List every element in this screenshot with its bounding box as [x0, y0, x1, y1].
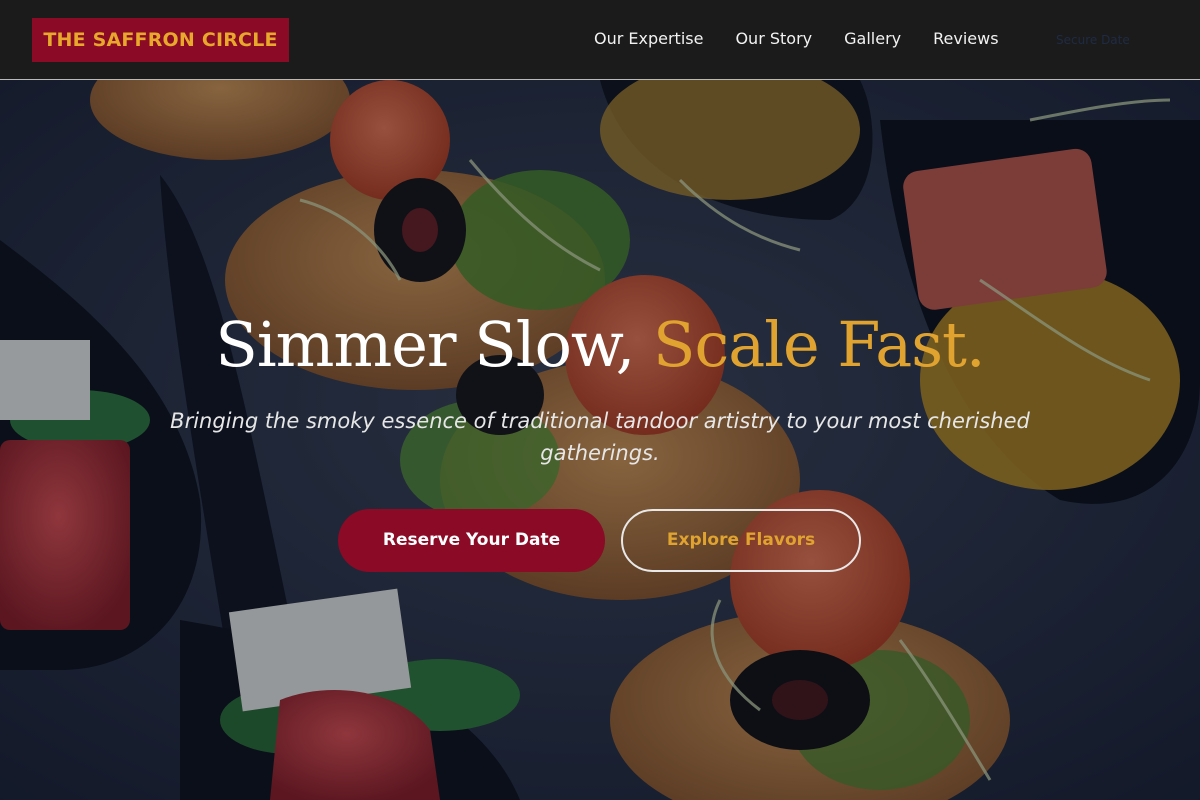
brand-logo[interactable]: THE SAFFRON CIRCLE: [32, 18, 289, 62]
hero-section: Simmer Slow, Scale Fast. Bringing the sm…: [0, 80, 1200, 800]
reserve-date-button[interactable]: Reserve Your Date: [338, 509, 605, 572]
nav-link-gallery[interactable]: Gallery: [844, 28, 901, 50]
main-nav: Our Expertise Our Story Gallery Reviews: [594, 28, 1031, 50]
nav-link-expertise[interactable]: Our Expertise: [594, 28, 703, 50]
nav-link-reviews[interactable]: Reviews: [933, 28, 998, 50]
nav-link-story[interactable]: Our Story: [735, 28, 812, 50]
hero-headline: Simmer Slow, Scale Fast.: [0, 305, 1200, 385]
explore-flavors-button[interactable]: Explore Flavors: [621, 509, 861, 572]
headline-main-text: Simmer Slow,: [215, 308, 654, 381]
hero-subtitle: Bringing the smoky essence of traditiona…: [170, 409, 1030, 465]
top-navbar: THE SAFFRON CIRCLE Our Expertise Our Sto…: [0, 0, 1200, 80]
headline-accent-text: Scale Fast.: [653, 308, 986, 381]
nav-cta-button[interactable]: Secure Date: [1056, 30, 1130, 50]
